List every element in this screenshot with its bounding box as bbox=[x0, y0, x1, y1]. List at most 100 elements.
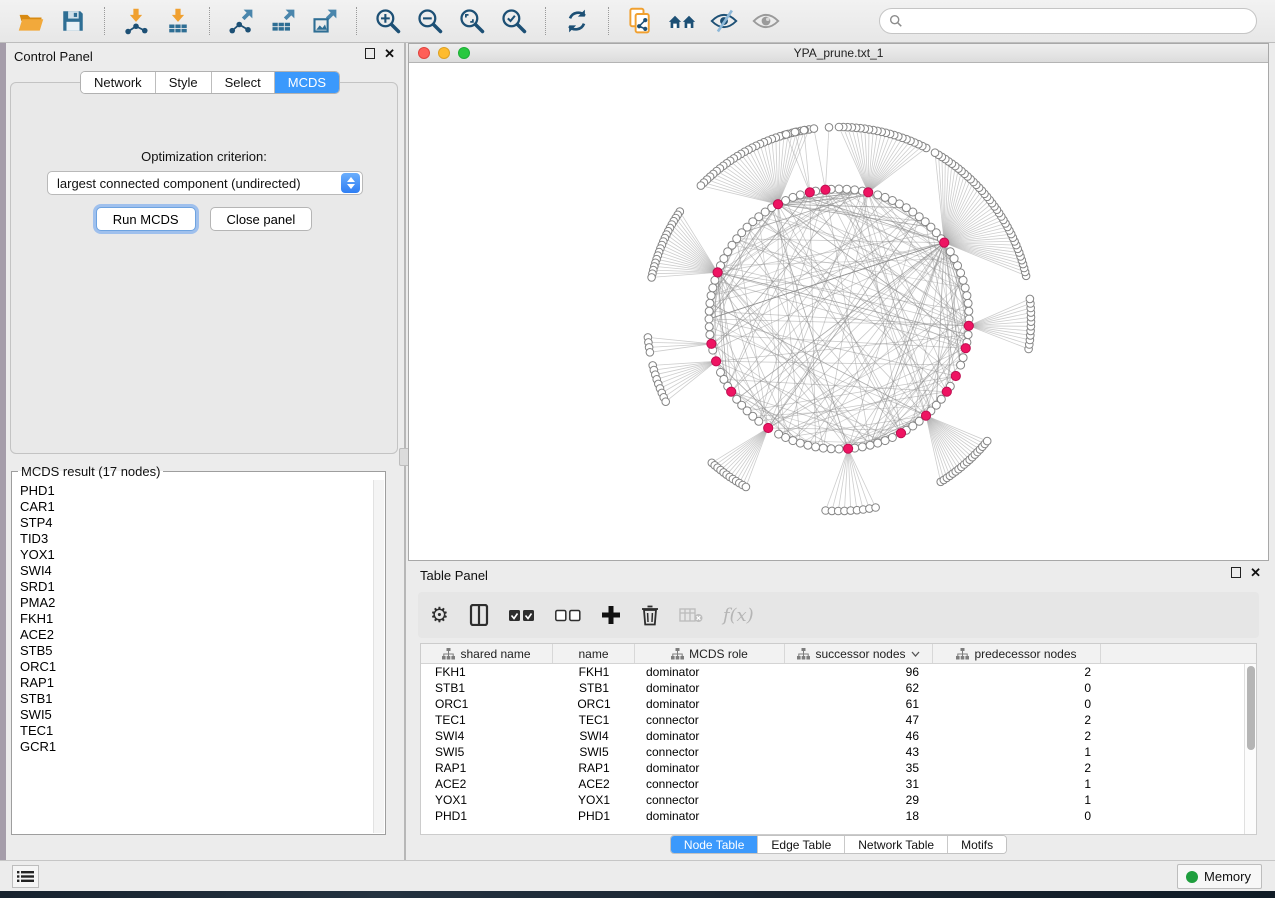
table-cell[interactable]: 43 bbox=[785, 745, 933, 759]
table-cell[interactable]: STB1 bbox=[421, 681, 553, 695]
network-node[interactable] bbox=[819, 444, 827, 452]
table-row[interactable]: TEC1TEC1connector472 bbox=[421, 712, 1244, 728]
column-header-name[interactable]: name bbox=[553, 644, 635, 663]
leaf-node[interactable] bbox=[800, 126, 808, 134]
refresh-layout-icon[interactable] bbox=[562, 6, 592, 36]
mcds-hub-node[interactable] bbox=[712, 357, 721, 366]
network-node[interactable] bbox=[812, 443, 820, 451]
table-cell[interactable]: YOX1 bbox=[553, 793, 635, 807]
table-cell[interactable]: 18 bbox=[785, 809, 933, 823]
table-scrollbar[interactable] bbox=[1244, 664, 1256, 834]
table-cell[interactable]: SWI5 bbox=[421, 745, 553, 759]
table-cell[interactable]: 35 bbox=[785, 761, 933, 775]
tab-style[interactable]: Style bbox=[156, 72, 212, 93]
table-cell[interactable]: connector bbox=[635, 777, 785, 791]
close-panel-icon[interactable]: ✕ bbox=[1250, 567, 1261, 578]
mcds-hub-node[interactable] bbox=[764, 423, 773, 432]
network-node[interactable] bbox=[961, 284, 969, 292]
table-cell[interactable]: 1 bbox=[933, 793, 1101, 807]
leaf-node[interactable] bbox=[872, 504, 880, 512]
eye-icon[interactable] bbox=[751, 6, 781, 36]
mcds-hub-node[interactable] bbox=[896, 429, 905, 438]
eye-slash-icon[interactable] bbox=[709, 6, 739, 36]
table-cell[interactable]: 62 bbox=[785, 681, 933, 695]
network-node[interactable] bbox=[835, 445, 843, 453]
tab-select[interactable]: Select bbox=[212, 72, 275, 93]
mcds-result-item[interactable]: STB1 bbox=[20, 691, 372, 707]
mcds-result-item[interactable]: STP4 bbox=[20, 515, 372, 531]
table-cell[interactable]: dominator bbox=[635, 729, 785, 743]
leaf-node[interactable] bbox=[697, 182, 705, 190]
table-row[interactable]: RAP1RAP1dominator352 bbox=[421, 760, 1244, 776]
table-cell[interactable]: PHD1 bbox=[421, 809, 553, 823]
table-cell[interactable]: dominator bbox=[635, 665, 785, 679]
column-header-MCDS-role[interactable]: MCDS role bbox=[635, 644, 785, 663]
close-panel-icon[interactable]: ✕ bbox=[384, 48, 395, 59]
mcds-result-scrollbar[interactable] bbox=[373, 480, 384, 833]
mcds-hub-node[interactable] bbox=[844, 444, 853, 453]
network-window-titlebar[interactable]: YPA_prune.txt_1 bbox=[409, 44, 1268, 63]
table-cell[interactable]: TEC1 bbox=[421, 713, 553, 727]
leaf-node[interactable] bbox=[648, 274, 656, 282]
mcds-hub-node[interactable] bbox=[805, 188, 814, 197]
table-row[interactable]: ORC1ORC1dominator610 bbox=[421, 696, 1244, 712]
network-node[interactable] bbox=[835, 185, 843, 193]
table-cell[interactable]: 31 bbox=[785, 777, 933, 791]
network-node[interactable] bbox=[789, 437, 797, 445]
table-cell[interactable]: 2 bbox=[933, 729, 1101, 743]
tab-edge-table[interactable]: Edge Table bbox=[758, 836, 845, 853]
close-panel-button[interactable]: Close panel bbox=[210, 207, 313, 231]
table-cell[interactable]: FKH1 bbox=[421, 665, 553, 679]
deselect-all-icon[interactable] bbox=[555, 602, 581, 628]
task-history-button[interactable] bbox=[12, 865, 39, 888]
table-cell[interactable]: 2 bbox=[933, 665, 1101, 679]
search-input[interactable] bbox=[909, 11, 1256, 31]
table-cell[interactable]: 96 bbox=[785, 665, 933, 679]
network-node[interactable] bbox=[937, 395, 945, 403]
zoom-in-icon[interactable] bbox=[373, 6, 403, 36]
function-icon[interactable]: f(x) bbox=[723, 602, 754, 628]
table-row[interactable]: SWI4SWI4dominator462 bbox=[421, 728, 1244, 744]
network-node[interactable] bbox=[796, 191, 804, 199]
network-node[interactable] bbox=[858, 443, 866, 451]
network-node[interactable] bbox=[874, 439, 882, 447]
network-node[interactable] bbox=[888, 197, 896, 205]
table-cell[interactable]: 47 bbox=[785, 713, 933, 727]
network-node[interactable] bbox=[706, 299, 714, 307]
network-node[interactable] bbox=[963, 292, 971, 300]
mcds-result-item[interactable]: YOX1 bbox=[20, 547, 372, 563]
mcds-hub-node[interactable] bbox=[821, 185, 830, 194]
column-header-successor-nodes[interactable]: successor nodes bbox=[785, 644, 933, 663]
network-node[interactable] bbox=[964, 331, 972, 339]
leaf-node[interactable] bbox=[782, 131, 790, 139]
table-row[interactable]: YOX1YOX1connector291 bbox=[421, 792, 1244, 808]
float-panel-icon[interactable] bbox=[365, 48, 375, 59]
run-mcds-button[interactable]: Run MCDS bbox=[96, 207, 196, 231]
leaf-node[interactable] bbox=[835, 123, 843, 131]
network-node[interactable] bbox=[705, 315, 713, 323]
network-node[interactable] bbox=[959, 354, 967, 362]
mcds-result-item[interactable]: ACE2 bbox=[20, 627, 372, 643]
network-node[interactable] bbox=[965, 307, 973, 315]
mcds-result-item[interactable]: SRD1 bbox=[20, 579, 372, 595]
table-cell[interactable]: connector bbox=[635, 713, 785, 727]
table-cell[interactable]: ORC1 bbox=[421, 697, 553, 711]
mcds-result-item[interactable]: GCR1 bbox=[20, 739, 372, 755]
mcds-hub-node[interactable] bbox=[864, 188, 873, 197]
mcds-hub-node[interactable] bbox=[921, 411, 930, 420]
network-node[interactable] bbox=[804, 441, 812, 449]
table-cell[interactable]: ACE2 bbox=[421, 777, 553, 791]
network-nodes[interactable] bbox=[644, 123, 1035, 515]
network-node[interactable] bbox=[709, 284, 717, 292]
export-image-icon[interactable] bbox=[310, 6, 340, 36]
table-cell[interactable]: dominator bbox=[635, 697, 785, 711]
leaf-node[interactable] bbox=[1026, 295, 1034, 303]
mcds-result-item[interactable]: STB5 bbox=[20, 643, 372, 659]
leaf-node[interactable] bbox=[931, 149, 939, 157]
table-row[interactable]: STB1STB1dominator620 bbox=[421, 680, 1244, 696]
network-node[interactable] bbox=[964, 299, 972, 307]
mcds-hub-node[interactable] bbox=[713, 268, 722, 277]
mcds-hub-node[interactable] bbox=[727, 387, 736, 396]
mcds-result-item[interactable]: RAP1 bbox=[20, 675, 372, 691]
table-cell[interactable]: ORC1 bbox=[553, 697, 635, 711]
